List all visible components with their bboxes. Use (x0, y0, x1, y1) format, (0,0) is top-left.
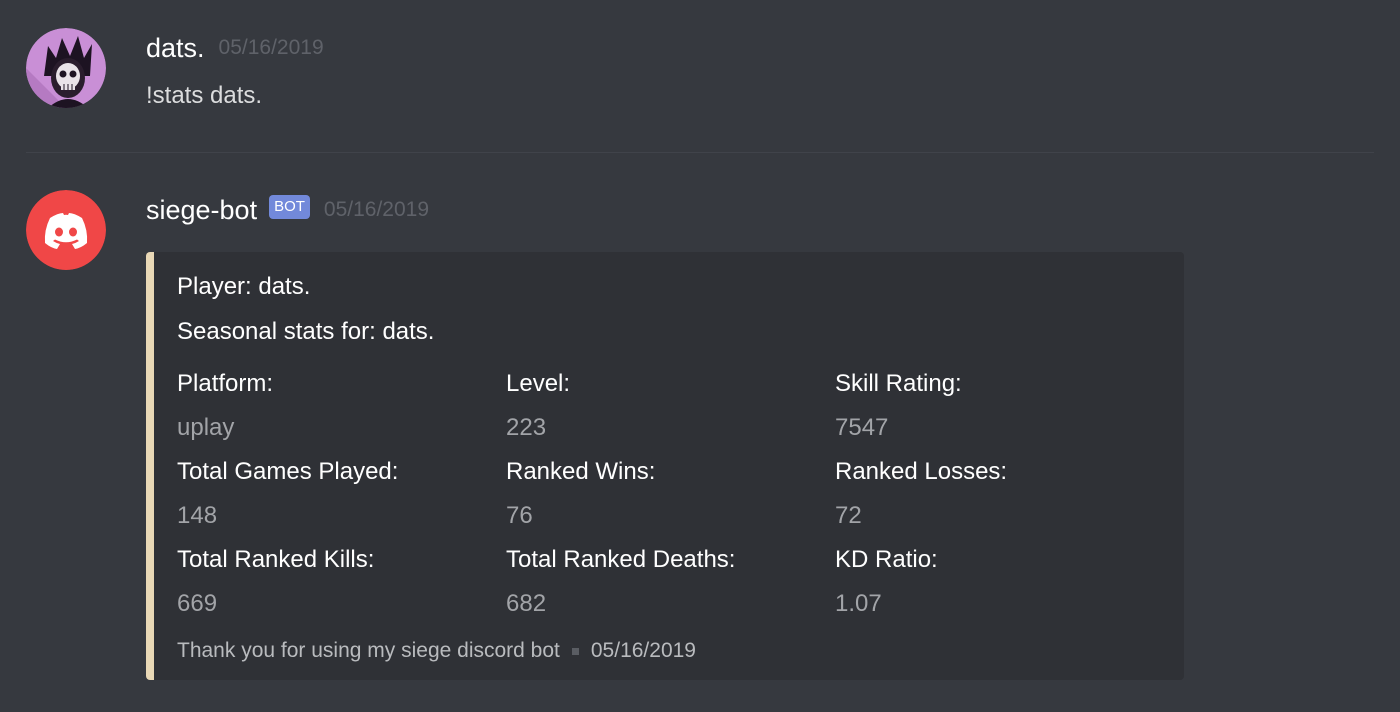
embed-field: Ranked Wins: 76 (506, 457, 835, 531)
embed-field: Total Ranked Kills: 669 (177, 545, 506, 619)
footer-separator (571, 647, 579, 655)
field-value: uplay (177, 414, 235, 441)
field-name: Ranked Wins: (506, 458, 656, 485)
embed-field: Level: 223 (506, 369, 835, 443)
field-name: Skill Rating: (835, 370, 962, 397)
field-value: 7547 (835, 414, 889, 441)
field-name: Total Ranked Kills: (177, 546, 375, 573)
message-header: dats. 05/16/2019 (146, 28, 324, 68)
message-content: !stats dats. (146, 82, 263, 109)
field-value: 223 (506, 414, 547, 441)
chat-messages: dats. 05/16/2019 !stats dats. siege-bot … (0, 0, 1400, 712)
discord-logo-avatar-icon[interactable] (26, 190, 106, 270)
bot-badge: BOT (269, 195, 310, 219)
timestamp: 05/16/2019 (218, 36, 324, 59)
timestamp: 05/16/2019 (323, 198, 430, 221)
field-value: 148 (177, 502, 218, 529)
embed-field: Ranked Losses: 72 (835, 457, 1164, 531)
message-header: siege-bot BOT 05/16/2019 (146, 190, 429, 230)
embed-field: Total Ranked Deaths: 682 (506, 545, 835, 619)
field-value: 76 (506, 502, 533, 529)
embed-field: KD Ratio: 1.07 (835, 545, 1164, 619)
field-name: Total Games Played: (177, 458, 399, 485)
footer-text: Thank you for using my siege discord bot (177, 639, 560, 662)
embed-season-line: Seasonal stats for: dats. (177, 318, 435, 345)
field-name: KD Ratio: (835, 546, 938, 573)
field-value: 72 (835, 502, 862, 529)
embed-fields: Platform: uplay Level: 223 Skill Rating:… (177, 369, 1160, 619)
field-name: Total Ranked Deaths: (506, 546, 736, 573)
message-divider (26, 152, 1374, 153)
embed-footer: Thank you for using my siege discord bot… (177, 637, 1160, 665)
skull-crown-avatar-icon[interactable] (26, 28, 106, 108)
field-value: 1.07 (835, 590, 882, 617)
embed-player-line: Player: dats. (177, 273, 311, 300)
field-name: Platform: (177, 370, 274, 397)
username[interactable]: siege-bot (146, 190, 257, 230)
footer-timestamp: 05/16/2019 (590, 639, 696, 662)
field-value: 682 (506, 590, 547, 617)
stats-embed: Player: dats. Seasonal stats for: dats. … (146, 252, 1184, 680)
embed-field: Platform: uplay (177, 369, 506, 443)
embed-field: Total Games Played: 148 (177, 457, 506, 531)
username[interactable]: dats. (146, 28, 205, 68)
embed-field: Skill Rating: 7547 (835, 369, 1164, 443)
field-value: 669 (177, 590, 218, 617)
field-name: Level: (506, 370, 571, 397)
field-name: Ranked Losses: (835, 458, 1008, 485)
